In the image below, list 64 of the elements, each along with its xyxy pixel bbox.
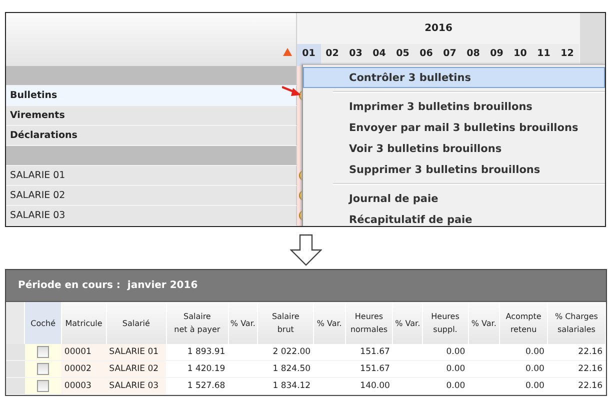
- month-header[interactable]: 01: [297, 44, 320, 66]
- column-header[interactable]: % Var.: [228, 302, 258, 344]
- table-cell: SALARIE 01: [109, 347, 159, 357]
- month-header[interactable]: 09: [485, 44, 508, 66]
- table-cell: 140.00: [360, 381, 390, 391]
- column-header[interactable]: % Var.: [468, 302, 500, 344]
- table-cell: 1 420.19: [187, 364, 226, 374]
- menu-item[interactable]: Voir 3 bulletins brouillons: [303, 138, 605, 159]
- menu-item[interactable]: Imprimer 3 bulletins brouillons: [303, 96, 605, 117]
- period-title: Période en cours : janvier 2016: [18, 280, 198, 291]
- table-cell: 1 893.91: [187, 347, 226, 357]
- column-header[interactable]: Acompte retenu: [500, 302, 548, 344]
- row-label[interactable]: SALARIE 01: [6, 166, 297, 186]
- month-header[interactable]: 11: [532, 44, 556, 66]
- month-header[interactable]: 07: [438, 44, 462, 66]
- column-header[interactable]: Salaire brut: [258, 302, 314, 344]
- menu-item[interactable]: Envoyer par mail 3 bulletins brouillons: [303, 117, 605, 138]
- menu-item[interactable]: Journal de paie: [303, 188, 605, 209]
- menu-item[interactable]: Contrôler 3 bulletins: [303, 67, 605, 88]
- table-cell: 0.00: [526, 347, 544, 357]
- column-header[interactable]: % Charges salariales: [547, 302, 606, 344]
- table-cell: 22.16: [578, 347, 602, 357]
- checkbox[interactable]: [37, 363, 50, 375]
- table-cell: 0.00: [446, 364, 466, 374]
- down-arrow-icon: [290, 234, 322, 266]
- month-header[interactable]: 05: [391, 44, 414, 66]
- table-cell: 22.16: [578, 364, 602, 374]
- pointer-arrow-icon: [282, 86, 302, 98]
- column-header[interactable]: Coché: [24, 302, 62, 344]
- column-header[interactable]: Heures normales: [345, 302, 393, 344]
- table-cell: 00003: [64, 381, 92, 391]
- table-cell: 0.00: [446, 347, 466, 357]
- row-label[interactable]: Virements: [6, 106, 297, 126]
- table-cell: 00002: [64, 364, 92, 374]
- table-cell: 0.00: [526, 364, 544, 374]
- month-header[interactable]: 03: [344, 44, 368, 66]
- table-cell: 151.67: [360, 347, 390, 357]
- table-cell: 2 022.00: [272, 347, 311, 357]
- table-cell: SALARIE 02: [109, 364, 159, 374]
- checkbox[interactable]: [37, 380, 50, 392]
- row-label[interactable]: SALARIE 02: [6, 186, 297, 206]
- column-header[interactable]: Matricule: [61, 302, 106, 344]
- column-header[interactable]: Salaire net à payer: [166, 302, 228, 344]
- column-header[interactable]: Heures suppl.: [422, 302, 468, 344]
- menu-item[interactable]: Supprimer 3 bulletins brouillons: [303, 159, 605, 180]
- row-label[interactable]: Bulletins: [6, 86, 297, 106]
- table-cell: SALARIE 03: [109, 381, 159, 391]
- table-cell: 0.00: [526, 381, 544, 391]
- column-header[interactable]: Salarié: [106, 302, 166, 344]
- table-cell: 1 834.12: [272, 381, 311, 391]
- table-cell: 00001: [64, 347, 92, 357]
- row-label[interactable]: SALARIE 03: [6, 206, 297, 226]
- year-label: 2016: [424, 23, 452, 34]
- table-cell: 22.16: [578, 381, 602, 391]
- row-label[interactable]: Déclarations: [6, 126, 297, 146]
- table-cell: 0.00: [446, 381, 466, 391]
- checkbox[interactable]: [37, 346, 50, 358]
- table-cell: 1 824.50: [272, 364, 311, 374]
- table-cell: 151.67: [360, 364, 390, 374]
- table-cell: 1 527.68: [187, 381, 226, 391]
- column-header[interactable]: % Var.: [314, 302, 346, 344]
- menu-item[interactable]: Récapitulatif de paie: [303, 209, 605, 226]
- sort-indicator-icon[interactable]: [283, 48, 292, 56]
- column-header[interactable]: % Var.: [392, 302, 422, 344]
